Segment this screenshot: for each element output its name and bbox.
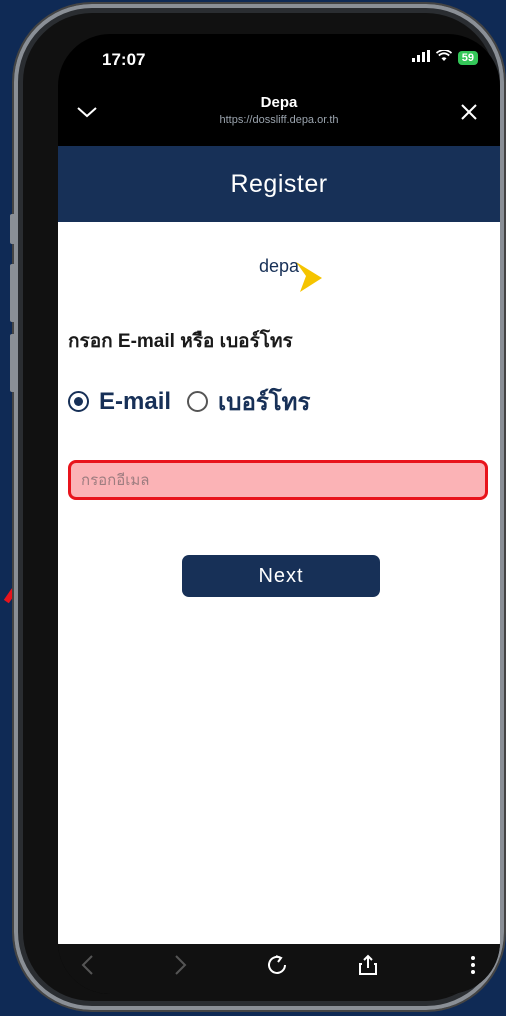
logo-text: depa (258, 256, 300, 276)
radio-phone[interactable] (187, 391, 209, 412)
back-icon[interactable] (80, 954, 94, 982)
reload-icon[interactable] (266, 954, 288, 982)
action-button (10, 214, 16, 244)
dynamic-island (218, 40, 348, 74)
browser-url: https://dossliff.depa.or.th (219, 114, 339, 126)
input-prompt: กรอก E-mail หรือ เบอร์โทร (68, 331, 293, 352)
phone-screen: 17:07 59 Depa https://dossliff.depa.or.t… (58, 34, 500, 994)
browser-toolbar (58, 944, 500, 994)
status-icons: 59 (411, 49, 478, 65)
close-icon[interactable] (460, 100, 478, 128)
page-title: Register (58, 146, 500, 222)
status-time: 17:07 (102, 50, 146, 69)
wifi-icon (435, 49, 452, 65)
share-icon[interactable] (358, 954, 378, 982)
radio-email-label[interactable]: E-mail (99, 388, 171, 416)
webview: Register depa กรอก E-mail หรือ เบอร์โทร … (58, 146, 500, 944)
signal-icon (411, 50, 430, 65)
depa-logo: depa (58, 256, 500, 296)
status-bar: 17:07 59 (58, 34, 500, 90)
logo-mark-icon (296, 262, 322, 292)
volume-down-button (10, 334, 16, 392)
radio-email[interactable] (68, 391, 89, 412)
battery-indicator: 59 (457, 50, 478, 65)
more-icon[interactable] (470, 954, 476, 982)
volume-up-button (10, 264, 16, 322)
contact-type-radio-group: E-mail เบอร์โทร (68, 382, 500, 421)
email-input[interactable] (68, 460, 488, 500)
next-button[interactable]: Next (182, 555, 380, 597)
browser-title: Depa (260, 94, 298, 111)
phone-frame: 17:07 59 Depa https://dossliff.depa.or.t… (10, 4, 504, 1010)
forward-icon[interactable] (174, 954, 188, 982)
radio-phone-label[interactable]: เบอร์โทร (218, 382, 310, 421)
browser-bar: Depa https://dossliff.depa.or.th (58, 90, 500, 146)
